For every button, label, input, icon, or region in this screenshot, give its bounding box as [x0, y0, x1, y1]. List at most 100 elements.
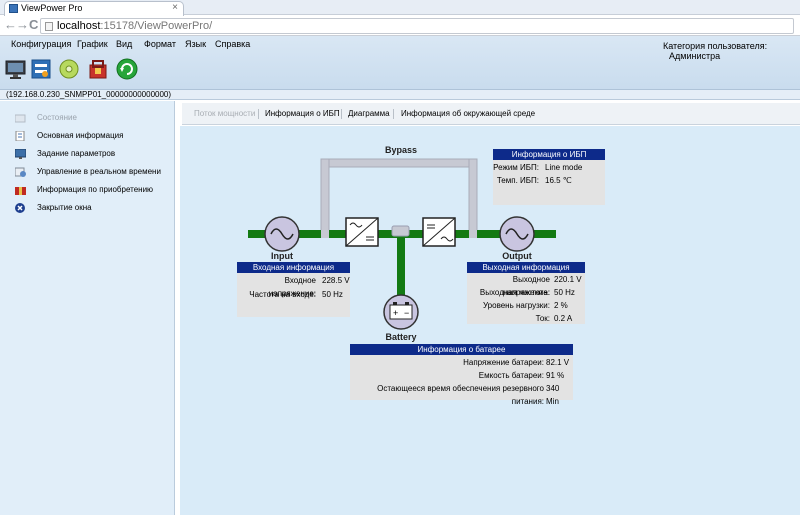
bypass-line [320, 158, 478, 168]
load-level-value: 2 % [554, 301, 568, 310]
bypass-line-right [468, 158, 478, 236]
bypass-line-left [320, 158, 330, 236]
bypass-label: Bypass [384, 145, 418, 155]
settings-tools-icon[interactable] [30, 58, 52, 80]
backup-time-value: 340 Min [546, 384, 560, 406]
sidebar-item-label: Задание параметров [37, 149, 116, 158]
sidebar-item-realtime-control[interactable]: Управление в реальном времени [0, 164, 175, 180]
output-info-box: Выходная информация Выходное напряжение:… [467, 262, 585, 324]
sidebar-item-purchase-info[interactable]: Информация по приобретению [0, 182, 175, 198]
browser-tab-bar: ViewPower Pro × [0, 0, 800, 16]
close-window-icon [15, 203, 26, 213]
device-id-bar: (192.168.0.230_SNMPP01_00000000000000) [0, 90, 800, 100]
shopping-bag-icon[interactable] [87, 58, 109, 80]
sidebar-item-label: Управление в реальном времени [37, 167, 161, 176]
forward-icon[interactable]: → [16, 17, 29, 33]
battery-voltage-value: 82.1 V [546, 358, 570, 367]
input-ac-icon [264, 216, 300, 252]
input-voltage-value: 228.5 V [322, 276, 350, 285]
ups-info-row: Режим ИБП: Line mode [493, 161, 605, 174]
output-voltage-value: 220.1 V [554, 275, 582, 284]
gift-icon [15, 185, 26, 195]
sidebar: Состояние Основная информация Задание па… [0, 101, 175, 515]
tab-diagram[interactable]: Диаграмма [348, 103, 390, 125]
ups-info-row: Темп. ИБП: 16.5 ℃ [493, 174, 605, 187]
input-info-title: Входная информация [237, 262, 350, 273]
monitor-icon[interactable] [5, 58, 27, 80]
refresh-icon[interactable] [116, 58, 138, 80]
info-sheet-icon [15, 130, 26, 142]
tab-divider [258, 109, 259, 119]
output-label: Output [502, 251, 532, 261]
browser-tab[interactable]: ViewPower Pro × [4, 1, 184, 16]
sidebar-item-basic-info[interactable]: Основная информация [0, 128, 175, 144]
page-icon [45, 22, 53, 31]
input-frequency-label: Частота на входе: [249, 290, 316, 299]
menu-format[interactable]: Формат [144, 39, 176, 50]
ups-info-title: Информация о ИБП [493, 149, 605, 160]
battery-capacity-label: Емкость батареи: [478, 371, 544, 380]
output-info-row: Выходная частота: 50 Hz [467, 286, 585, 299]
browser-tab-title: ViewPower Pro [21, 3, 83, 13]
backup-time-label: Остающееся время обеспечения резервного … [377, 384, 544, 406]
load-level-label: Уровень нагрузки: [482, 301, 550, 310]
menu-configuration[interactable]: Конфигурация [11, 39, 71, 50]
tab-ups-info[interactable]: Информация о ИБП [265, 103, 340, 125]
device-id: (192.168.0.230_SNMPP01_00000000000000) [6, 90, 172, 99]
battery-info-row: Емкость батареи: 91 % [350, 369, 573, 382]
sidebar-item-label: Основная информация [37, 131, 124, 140]
menu-language[interactable]: Язык [185, 39, 206, 50]
battery-info-title: Информация о батарее [350, 344, 573, 355]
sidebar-item-label: Состояние [37, 113, 77, 122]
bypass-junction [469, 230, 477, 238]
input-info-row: Входное напряжение: 228.5 V [237, 274, 350, 298]
rectifier-icon [345, 217, 379, 247]
ups-info-box: Информация о ИБП Режим ИБП: Line mode Те… [493, 149, 605, 205]
monitor-icon [14, 148, 27, 159]
favicon-icon [9, 4, 18, 13]
battery-capacity-value: 91 % [546, 371, 565, 380]
reload-icon[interactable]: C [29, 17, 38, 33]
user-category: Категория пользователя: Администра [663, 41, 800, 61]
input-info-box: Входная информация Входное напряжение: 2… [237, 262, 350, 317]
menu-view[interactable]: Вид [116, 39, 132, 50]
output-info-row: Выходное напряжение: 220.1 V [467, 273, 585, 297]
battery-voltage-label: Напряжение батареи: [463, 358, 544, 367]
control-icon [14, 167, 26, 177]
url-host: localhost [57, 20, 101, 32]
current-label: Ток: [535, 314, 550, 323]
tab-environment[interactable]: Информация об окружающей среде [401, 103, 535, 125]
ups-temp-label: Темп. ИБП: [496, 176, 539, 185]
view-tabs: Поток мощности Информация о ИБП Диаграмм… [182, 103, 800, 125]
current-value: 0.2 A [554, 314, 573, 323]
input-frequency-value: 50 Hz [322, 290, 343, 299]
url-input[interactable]: localhost:15178/ViewPowerPro/ [40, 18, 794, 34]
battery-icon: + − [383, 294, 419, 330]
cd-icon[interactable] [58, 58, 80, 80]
battery-junction [391, 225, 410, 237]
svg-text:−: − [404, 308, 409, 318]
sidebar-item-parameters[interactable]: Задание параметров [0, 146, 175, 162]
bypass-junction [321, 230, 329, 238]
url-path: :15178/ViewPowerPro/ [100, 20, 213, 32]
sidebar-item-close-window[interactable]: Закрытие окна [0, 200, 175, 216]
output-info-title: Выходная информация [467, 262, 585, 273]
ups-mode-label: Режим ИБП: [493, 163, 539, 172]
ups-temp-value: 16.5 ℃ [545, 176, 572, 185]
battery-line [397, 234, 405, 298]
menu-help[interactable]: Справка [215, 39, 250, 50]
output-frequency-value: 50 Hz [554, 288, 575, 297]
sidebar-item-label: Закрытие окна [37, 203, 92, 212]
sidebar-item-status[interactable]: Состояние [0, 110, 175, 126]
tab-divider [341, 109, 342, 119]
status-icon [14, 113, 26, 123]
close-tab-icon[interactable]: × [172, 2, 178, 14]
address-bar: ← → C localhost:15178/ViewPowerPro/ [0, 16, 800, 36]
output-frequency-label: Выходная частота: [479, 288, 550, 297]
ups-mode-value: Line mode [545, 163, 583, 172]
menu-graph[interactable]: График [77, 39, 108, 50]
user-category-label: Категория пользователя: [663, 41, 768, 51]
tab-power-flow[interactable]: Поток мощности [194, 103, 255, 125]
battery-info-row: Напряжение батареи: 82.1 V [350, 356, 573, 369]
menu-toolbar-area: Конфигурация График Вид Формат Язык Спра… [0, 36, 800, 90]
